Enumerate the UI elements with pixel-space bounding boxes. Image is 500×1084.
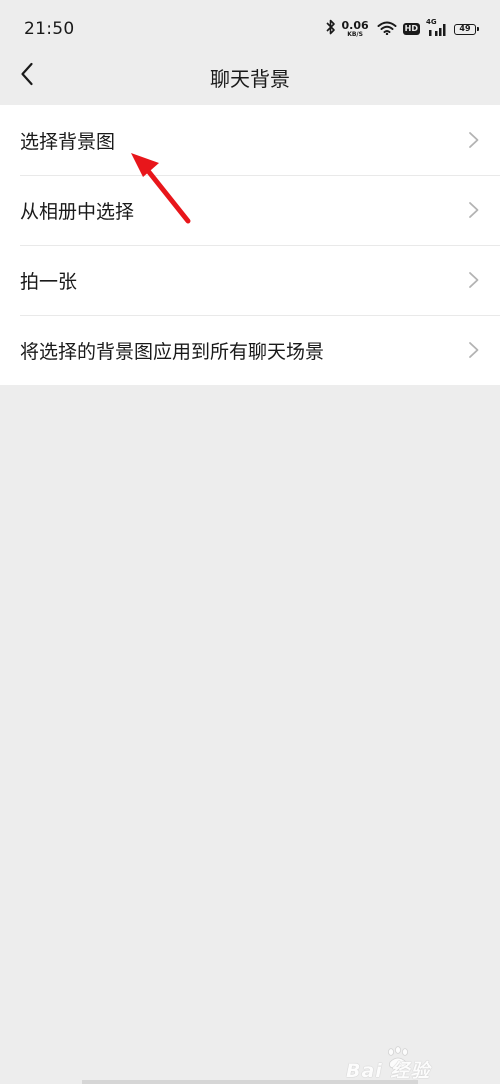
menu-item-apply-all-chats[interactable]: 将选择的背景图应用到所有聊天场景 [0,315,500,385]
menu-item-label: 从相册中选择 [20,200,135,223]
battery-icon: 49 [454,23,479,35]
menu-item-label: 将选择的背景图应用到所有聊天场景 [20,340,325,363]
menu-item-label: 选择背景图 [20,130,116,153]
status-icons: 0.06 KB/S HD 4G 49 [325,18,479,40]
settings-list: 选择背景图 从相册中选择 拍一张 将选择的背景图应用到所有聊天场景 [0,105,500,385]
menu-item-choose-background[interactable]: 选择背景图 [0,105,500,175]
status-time: 21:50 [24,19,75,39]
home-indicator[interactable] [82,1080,418,1084]
nav-bar: 聊天背景 [0,46,500,104]
menu-item-from-album[interactable]: 从相册中选择 [0,175,500,245]
page-title: 聊天背景 [210,67,290,91]
menu-item-label: 拍一张 [20,270,78,293]
net-speed-unit: KB/S [347,31,363,38]
battery-level: 49 [459,24,471,33]
chevron-right-icon [469,342,479,358]
hd-badge: HD [402,23,420,35]
chevron-right-icon [469,202,479,218]
wifi-icon [377,20,397,39]
menu-item-take-photo[interactable]: 拍一张 [0,245,500,315]
signal-icon: 4G [426,19,448,37]
net-speed: 0.06 KB/S [342,20,369,38]
chevron-right-icon [469,272,479,288]
watermark-text: Bai 经验 [346,1060,431,1082]
net-speed-value: 0.06 [341,19,369,32]
chevron-right-icon [469,132,479,148]
bluetooth-icon [325,19,336,39]
watermark-logo: Bai 经验 [344,1046,474,1082]
